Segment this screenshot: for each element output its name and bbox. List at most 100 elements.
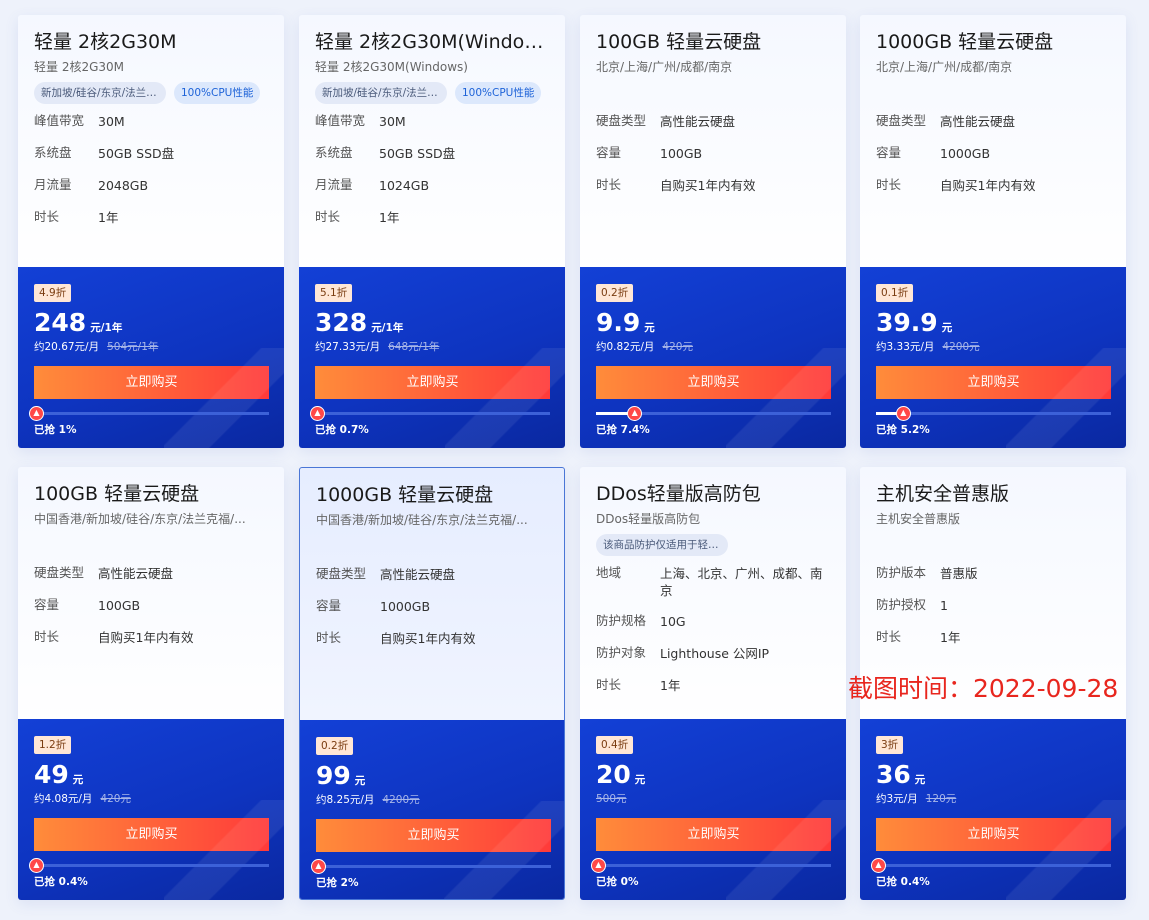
original-price: 420元 xyxy=(100,793,131,805)
spec-row: 时长 自购买1年内有效 xyxy=(876,175,1110,195)
spec-value: 高性能云硬盘 xyxy=(660,114,736,129)
spec-row: 时长 1年 xyxy=(315,207,549,227)
price-panel: 4.9折 248 元/1年 约20.67元/月 504元/1年 立即购买 ▲ 已抢… xyxy=(18,267,284,448)
spec-value: 1000GB xyxy=(940,146,991,161)
sales-progress-bar: ▲ xyxy=(596,406,831,421)
spec-row: 时长 1年 xyxy=(876,627,1110,647)
spec-row: 容量 100GB xyxy=(34,595,268,615)
price-value: 99 xyxy=(316,761,351,790)
spec-value: 自购买1年内有效 xyxy=(940,178,1036,193)
price-value: 36 xyxy=(876,760,911,789)
spec-row: 容量 1000GB xyxy=(876,143,1110,163)
original-price: 4200元 xyxy=(382,794,420,806)
spec-row: 月流量 2048GB xyxy=(34,175,268,195)
spec-row: 时长 1年 xyxy=(596,675,830,695)
spec-label: 防护对象 xyxy=(596,645,647,660)
product-card[interactable]: DDos轻量版高防包 DDos轻量版高防包 该商品防护仅适用于轻量服务器 地域 … xyxy=(580,467,846,900)
spec-value: 1年 xyxy=(379,210,400,225)
price-unit: 元 xyxy=(72,774,84,786)
price-value: 328 xyxy=(315,308,368,337)
sales-progress-bar: ▲ xyxy=(29,858,269,873)
card-info: 100GB 轻量云硬盘 中国香港/新加坡/硅谷/东京/法兰克福/... 硬盘类型… xyxy=(18,467,284,719)
price-unit: 元 xyxy=(644,322,655,334)
price-panel: 1.2折 49 元 约4.08元/月 420元 立即购买 ▲ 已抢 0.4% xyxy=(18,719,284,900)
spec-value: 1 xyxy=(940,598,948,613)
progress-track xyxy=(596,864,831,867)
spec-label: 时长 xyxy=(316,630,342,645)
spec-row: 系统盘 50GB SSD盘 xyxy=(315,143,549,163)
spec-label: 时长 xyxy=(34,629,60,644)
price-row: 49 元 xyxy=(34,760,268,790)
card-info: 轻量 2核2G30M 轻量 2核2G30M 新加坡/硅谷/东京/法兰克福 100%… xyxy=(18,15,284,267)
product-card[interactable]: 100GB 轻量云硬盘 北京/上海/广州/成都/南京 硬盘类型 高性能云硬盘 容… xyxy=(580,15,846,448)
spec-row: 峰值带宽 30M xyxy=(34,111,268,131)
sales-progress-bar: ▲ xyxy=(876,406,1111,421)
product-card[interactable]: 100GB 轻量云硬盘 中国香港/新加坡/硅谷/东京/法兰克福/... 硬盘类型… xyxy=(18,467,284,900)
price-row: 20 元 xyxy=(596,760,830,790)
spec-label: 容量 xyxy=(596,145,622,160)
sales-progress-bar: ▲ xyxy=(310,406,550,421)
discount-badge: 3折 xyxy=(876,736,904,754)
spec-list: 防护版本 普惠版 防护授权 1 时长 1年 xyxy=(876,563,1110,647)
price-unit: 元/1年 xyxy=(371,322,404,334)
price-value: 49 xyxy=(34,760,69,789)
price-panel: 0.2折 9.9 元 约0.82元/月 420元 立即购买 ▲ 已抢 7.4% xyxy=(580,267,846,448)
spec-label: 硬盘类型 xyxy=(34,565,85,580)
product-card[interactable]: 1000GB 轻量云硬盘 北京/上海/广州/成都/南京 硬盘类型 高性能云硬盘 … xyxy=(860,15,1126,448)
spec-value: 自购买1年内有效 xyxy=(660,178,756,193)
spec-value: 自购买1年内有效 xyxy=(98,630,194,645)
spec-value: 自购买1年内有效 xyxy=(380,631,476,646)
spec-row: 时长 自购买1年内有效 xyxy=(596,175,830,195)
price-row: 36 元 xyxy=(876,760,1110,790)
price-row: 9.9 元 xyxy=(596,308,830,338)
tag-list: 新加坡/硅谷/东京/法兰克福 100%CPU性能 xyxy=(315,82,549,104)
monthly-price: 约20.67元/月 xyxy=(34,341,100,353)
discount-badge: 5.1折 xyxy=(315,284,353,302)
spec-label: 峰值带宽 xyxy=(315,113,366,128)
product-card[interactable]: 轻量 2核2G30M(Windows) 轻量 2核2G30M(Windows) … xyxy=(299,15,565,448)
spec-value: 高性能云硬盘 xyxy=(380,567,456,582)
spec-list: 地域 上海、北京、广州、成都、南京 防护规格 10G 防护对象 Lighthou… xyxy=(596,563,830,695)
price-value: 20 xyxy=(596,760,631,789)
rocket-icon: ▲ xyxy=(627,406,643,421)
card-info: 轻量 2核2G30M(Windows) 轻量 2核2G30M(Windows) … xyxy=(299,15,565,267)
server-illustration xyxy=(726,800,846,900)
tag-list: 新加坡/硅谷/东京/法兰克福 100%CPU性能 xyxy=(34,82,268,104)
product-tag: 该商品防护仅适用于轻量服务器 xyxy=(596,534,728,556)
price-value: 9.9 xyxy=(596,308,641,337)
spec-row: 峰值带宽 30M xyxy=(315,111,549,131)
product-region: DDos轻量版高防包 xyxy=(596,512,701,526)
spec-value: 普惠版 xyxy=(940,566,978,581)
product-card[interactable]: 1000GB 轻量云硬盘 中国香港/新加坡/硅谷/东京/法兰克福/... 硬盘类… xyxy=(299,467,565,900)
price-row: 328 元/1年 xyxy=(315,308,549,338)
progress-track xyxy=(876,864,1111,867)
spec-value: 1000GB xyxy=(380,599,431,614)
product-title: 100GB 轻量云硬盘 xyxy=(596,31,762,53)
monthly-price: 约3.33元/月 xyxy=(876,341,935,353)
spec-value: 100GB xyxy=(660,146,703,161)
spec-value: 50GB SSD盘 xyxy=(379,146,456,161)
rocket-icon: ▲ xyxy=(895,406,911,421)
spec-row: 硬盘类型 高性能云硬盘 xyxy=(316,564,548,584)
product-title: 100GB 轻量云硬盘 xyxy=(34,483,200,505)
discount-badge: 0.1折 xyxy=(876,284,914,302)
spec-value: 1年 xyxy=(660,678,681,693)
spec-value: 30M xyxy=(379,114,406,129)
price-panel: 5.1折 328 元/1年 约27.33元/月 648元/1年 立即购买 ▲ 已抢… xyxy=(299,267,565,448)
monthly-price: 约3元/月 xyxy=(876,793,918,805)
spec-row: 硬盘类型 高性能云硬盘 xyxy=(596,111,830,131)
price-row: 39.9 元 xyxy=(876,308,1110,338)
discount-badge: 0.4折 xyxy=(596,736,634,754)
product-region: 北京/上海/广州/成都/南京 xyxy=(876,60,1013,74)
spec-row: 防护版本 普惠版 xyxy=(876,563,1110,583)
rocket-icon: ▲ xyxy=(311,859,326,874)
product-title: 轻量 2核2G30M xyxy=(34,31,177,53)
price-panel: 0.1折 39.9 元 约3.33元/月 4200元 立即购买 ▲ 已抢 5.2% xyxy=(860,267,1126,448)
spec-label: 硬盘类型 xyxy=(316,566,367,581)
spec-label: 防护规格 xyxy=(596,613,647,628)
spec-value: 高性能云硬盘 xyxy=(940,114,1016,129)
product-region: 主机安全普惠版 xyxy=(876,512,961,526)
discount-badge: 0.2折 xyxy=(316,737,354,755)
spec-value: 1年 xyxy=(98,210,119,225)
product-card[interactable]: 轻量 2核2G30M 轻量 2核2G30M 新加坡/硅谷/东京/法兰克福 100%… xyxy=(18,15,284,448)
